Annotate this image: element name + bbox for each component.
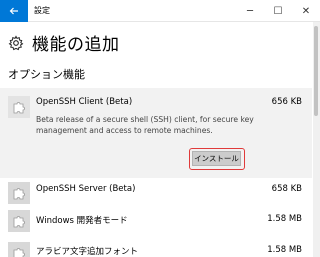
back-button[interactable]	[0, 0, 28, 22]
feature-item-arabic-fonts[interactable]: アラビア文字追加フォント 1.58 MB	[0, 238, 312, 257]
app-title: 設定	[34, 6, 50, 15]
feature-name: OpenSSH Client (Beta)	[36, 97, 133, 107]
minimize-button[interactable]: ─	[236, 0, 264, 22]
title-bar: 設定 ─ ☐ ✕	[0, 0, 320, 22]
section-title: オプション機能	[8, 68, 85, 81]
feature-size: 656 KB	[271, 97, 302, 107]
maximize-button[interactable]: ☐	[264, 0, 292, 22]
gear-icon	[8, 34, 24, 50]
puzzle-icon	[8, 210, 30, 232]
feature-item-developer-mode[interactable]: Windows 開発者モード 1.58 MB	[0, 206, 312, 236]
feature-item-openssh-server[interactable]: OpenSSH Server (Beta) 658 KB	[0, 178, 312, 208]
feature-name: Windows 開発者モード	[36, 216, 128, 226]
feature-description: Beta release of a secure shell (SSH) cli…	[36, 115, 254, 135]
feature-size: 1.58 MB	[267, 214, 302, 224]
close-button[interactable]: ✕	[292, 0, 320, 22]
arrow-left-icon	[9, 7, 18, 15]
puzzle-icon	[8, 242, 30, 257]
feature-name: OpenSSH Server (Beta)	[36, 184, 136, 194]
feature-size: 658 KB	[271, 184, 302, 194]
puzzle-icon	[8, 182, 30, 204]
feature-size: 1.58 MB	[267, 245, 302, 255]
feature-item-openssh-client[interactable]: OpenSSH Client (Beta) 656 KB Beta releas…	[0, 88, 312, 178]
page-header: 機能の追加	[8, 30, 120, 55]
page-title: 機能の追加	[32, 35, 120, 55]
puzzle-icon	[8, 96, 30, 118]
install-highlight: インストール	[189, 148, 245, 170]
feature-name: アラビア文字追加フォント	[36, 247, 139, 257]
scrollbar[interactable]	[313, 22, 320, 257]
scroll-thumb[interactable]	[314, 26, 318, 116]
install-button[interactable]: インストール	[192, 151, 241, 166]
